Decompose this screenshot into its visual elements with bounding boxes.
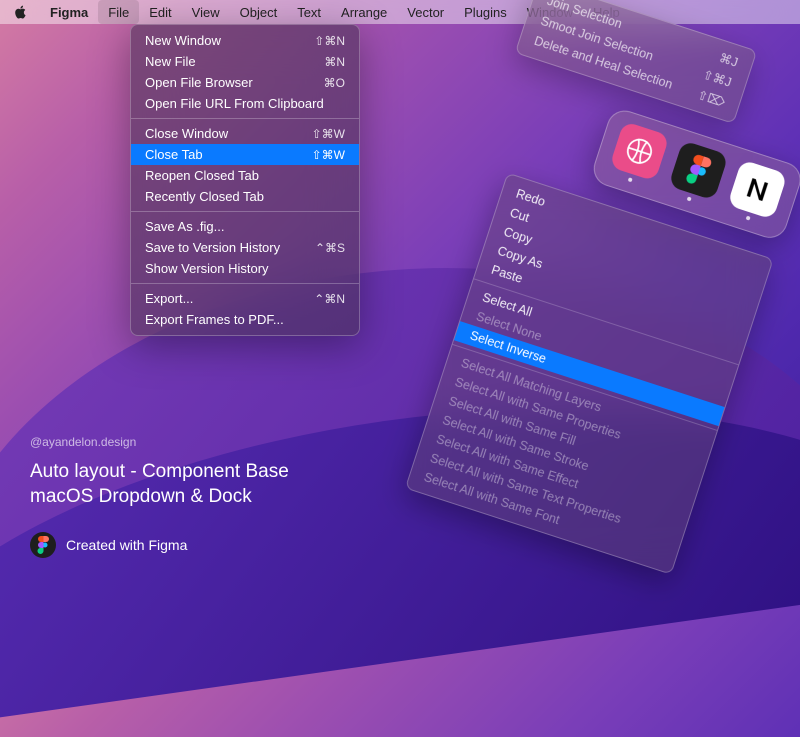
caption-title: Auto layout - Component Base macOS Dropd… [30,459,289,510]
menu-show-version-history[interactable]: Show Version History [131,258,359,279]
menubar-item-arrange[interactable]: Arrange [331,0,397,24]
menu-save-as-fig[interactable]: Save As .fig... [131,216,359,237]
figma-icon [668,140,728,200]
menu-open-file-browser[interactable]: Open File Browser⌘O [131,72,359,93]
menu-recently-closed-tab[interactable]: Recently Closed Tab [131,186,359,207]
menu-reopen-closed-tab[interactable]: Reopen Closed Tab [131,165,359,186]
menu-export-frames-pdf[interactable]: Export Frames to PDF... [131,309,359,330]
dock-app-dribbble[interactable] [607,121,670,189]
menu-close-tab[interactable]: Close Tab⇧⌘W [131,144,359,165]
menu-new-file[interactable]: New File⌘N [131,51,359,72]
menubar-item-edit[interactable]: Edit [139,0,181,24]
menu-separator [131,211,359,212]
apple-logo-icon[interactable] [14,5,28,19]
menubar-item-object[interactable]: Object [230,0,288,24]
menu-separator [131,118,359,119]
menubar-item-plugins[interactable]: Plugins [454,0,517,24]
menubar-item-text[interactable]: Text [287,0,331,24]
menu-save-version-history[interactable]: Save to Version History⌃⌘S [131,237,359,258]
dock-indicator [687,196,692,201]
menubar-item-vector[interactable]: Vector [397,0,454,24]
figma-logo-icon [30,532,56,558]
dock-app-notion[interactable] [725,159,788,227]
author-handle: @ayandelon.design [30,435,289,449]
menu-export[interactable]: Export...⌃⌘N [131,288,359,309]
dribbble-icon [609,121,669,181]
menu-new-window[interactable]: New Window⇧⌘N [131,30,359,51]
menubar-item-view[interactable]: View [182,0,230,24]
menu-open-url-clipboard[interactable]: Open File URL From Clipboard [131,93,359,114]
menu-close-window[interactable]: Close Window⇧⌘W [131,123,359,144]
notion-icon [727,159,787,219]
caption-block: @ayandelon.design Auto layout - Componen… [30,435,289,558]
menubar-app-name[interactable]: Figma [40,0,98,24]
created-with-badge: Created with Figma [30,532,289,558]
menu-separator [131,283,359,284]
dock-indicator [746,216,751,221]
file-dropdown: New Window⇧⌘N New File⌘N Open File Brows… [130,24,360,336]
dock-indicator [628,177,633,182]
menubar-item-file[interactable]: File [98,0,139,24]
dock-app-figma[interactable] [666,140,729,208]
